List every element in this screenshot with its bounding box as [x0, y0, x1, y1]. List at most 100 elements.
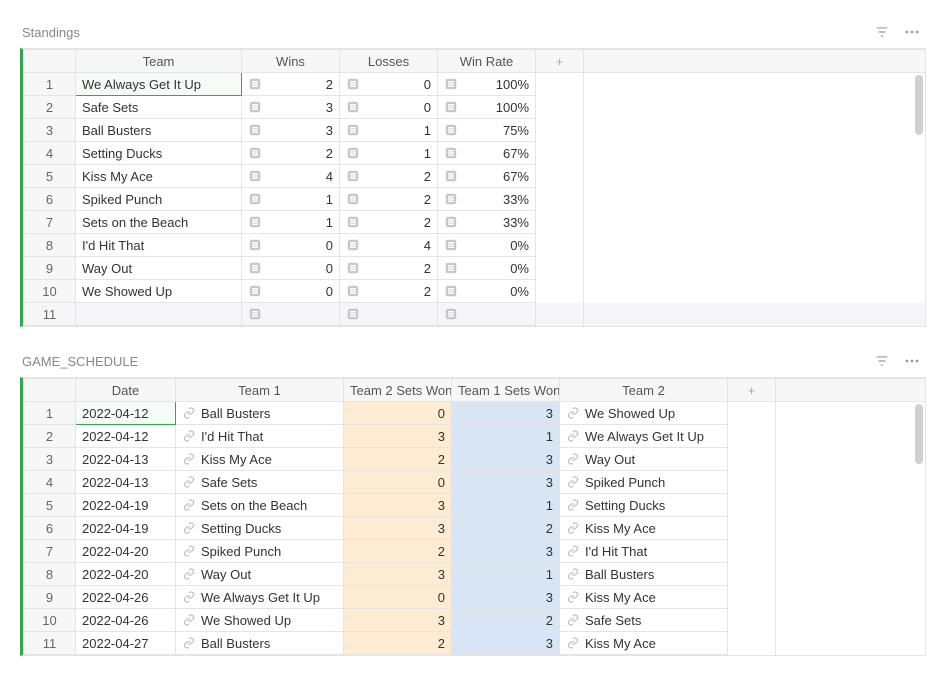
cell-wins[interactable]	[242, 303, 340, 326]
table-row[interactable]: 112022-04-27Ball Busters23Kiss My Ace	[24, 632, 926, 655]
cell-sets2[interactable]: 3	[344, 425, 452, 448]
cell-sets1[interactable]: 1	[452, 494, 560, 517]
cell-team2[interactable]: Kiss My Ace	[560, 632, 728, 655]
cell-wins[interactable]: 0	[242, 234, 340, 257]
cell-team1[interactable]: We Always Get It Up	[176, 586, 344, 609]
cell-losses[interactable]: 2	[340, 188, 438, 211]
cell-losses[interactable]: 2	[340, 257, 438, 280]
cell-team2[interactable]: Safe Sets	[560, 609, 728, 632]
cell-sets1[interactable]: 1	[452, 563, 560, 586]
cell-date[interactable]: 2022-04-27	[76, 632, 176, 655]
cell-winrate[interactable]: 75%	[438, 119, 536, 142]
row-number[interactable]: 11	[24, 303, 76, 326]
cell-sets1[interactable]: 3	[452, 586, 560, 609]
cell-sets2[interactable]: 3	[344, 494, 452, 517]
cell-date[interactable]: 2022-04-26	[76, 609, 176, 632]
cell-team1[interactable]: Safe Sets	[176, 471, 344, 494]
cell-team2[interactable]: Kiss My Ace	[560, 586, 728, 609]
cell-team1[interactable]: Ball Busters	[176, 632, 344, 655]
table-row[interactable]: 2Safe Sets30100%	[24, 96, 926, 119]
cell-winrate[interactable]: 0%	[438, 234, 536, 257]
cell-team[interactable]: Spiked Punch	[76, 188, 242, 211]
table-row[interactable]: 9Way Out020%	[24, 257, 926, 280]
cell-team2[interactable]: Spiked Punch	[560, 471, 728, 494]
row-number[interactable]: 5	[24, 165, 76, 188]
cell-team[interactable]: Way Out	[76, 257, 242, 280]
vertical-scrollbar[interactable]	[915, 404, 923, 653]
cell-team2[interactable]: Way Out	[560, 448, 728, 471]
cell-team1[interactable]: Setting Ducks	[176, 517, 344, 540]
row-number[interactable]: 8	[24, 234, 76, 257]
cell-date[interactable]: 2022-04-13	[76, 471, 176, 494]
cell-team2[interactable]: We Always Get It Up	[560, 425, 728, 448]
table-row[interactable]: 1We Always Get It Up20100%	[24, 73, 926, 96]
vertical-scrollbar[interactable]	[915, 75, 923, 324]
cell-sets1[interactable]: 1	[452, 425, 560, 448]
row-number[interactable]: 6	[24, 188, 76, 211]
row-number[interactable]: 10	[24, 609, 76, 632]
cell-wins[interactable]: 2	[242, 73, 340, 96]
cell-wins[interactable]: 0	[242, 257, 340, 280]
row-number[interactable]: 9	[24, 257, 76, 280]
cell-team[interactable]: We Showed Up	[76, 280, 242, 303]
cell-losses[interactable]	[340, 303, 438, 326]
cell-sets2[interactable]: 2	[344, 632, 452, 655]
cell-team[interactable]: Sets on the Beach	[76, 211, 242, 234]
table-row[interactable]: 22022-04-12I'd Hit That31We Always Get I…	[24, 425, 926, 448]
col-team[interactable]: Team	[76, 50, 242, 73]
cell-team[interactable]: Ball Busters	[76, 119, 242, 142]
more-icon[interactable]	[904, 353, 920, 369]
cell-wins[interactable]: 3	[242, 96, 340, 119]
cell-team1[interactable]: Sets on the Beach	[176, 494, 344, 517]
table-row[interactable]: 72022-04-20Spiked Punch23I'd Hit That	[24, 540, 926, 563]
row-number[interactable]: 2	[24, 96, 76, 119]
cell-losses[interactable]: 1	[340, 119, 438, 142]
cell-team1[interactable]: Way Out	[176, 563, 344, 586]
cell-date[interactable]: 2022-04-13	[76, 448, 176, 471]
cell-sets2[interactable]: 0	[344, 402, 452, 425]
row-number[interactable]: 9	[24, 586, 76, 609]
filter-icon[interactable]	[874, 353, 890, 369]
table-row[interactable]: 4Setting Ducks2167%	[24, 142, 926, 165]
table-row[interactable]: 6Spiked Punch1233%	[24, 188, 926, 211]
cell-winrate[interactable]: 33%	[438, 211, 536, 234]
table-row[interactable]: 42022-04-13Safe Sets03Spiked Punch	[24, 471, 926, 494]
row-number[interactable]: 1	[24, 402, 76, 425]
cell-team1[interactable]: We Showed Up	[176, 609, 344, 632]
row-number[interactable]: 3	[24, 448, 76, 471]
cell-date[interactable]: 2022-04-12	[76, 425, 176, 448]
more-icon[interactable]	[904, 24, 920, 40]
cell-team2[interactable]: I'd Hit That	[560, 540, 728, 563]
cell-sets1[interactable]: 2	[452, 609, 560, 632]
row-number[interactable]: 7	[24, 540, 76, 563]
col-winrate[interactable]: Win Rate	[438, 50, 536, 73]
cell-team1[interactable]: Spiked Punch	[176, 540, 344, 563]
col-sets1[interactable]: Team 1 Sets Won	[452, 379, 560, 402]
cell-team1[interactable]: I'd Hit That	[176, 425, 344, 448]
cell-team1[interactable]: Ball Busters	[176, 402, 344, 425]
table-row[interactable]: 7Sets on the Beach1233%	[24, 211, 926, 234]
cell-sets1[interactable]: 3	[452, 540, 560, 563]
cell-wins[interactable]: 1	[242, 211, 340, 234]
cell-sets1[interactable]: 3	[452, 632, 560, 655]
col-date[interactable]: Date	[76, 379, 176, 402]
cell-date[interactable]: 2022-04-20	[76, 563, 176, 586]
table-row[interactable]: 8I'd Hit That040%	[24, 234, 926, 257]
row-number[interactable]: 6	[24, 517, 76, 540]
cell-winrate[interactable]: 100%	[438, 96, 536, 119]
cell-team2[interactable]: Kiss My Ace	[560, 517, 728, 540]
row-number[interactable]: 3	[24, 119, 76, 142]
cell-losses[interactable]: 2	[340, 280, 438, 303]
row-number[interactable]: 2	[24, 425, 76, 448]
table-row[interactable]: 62022-04-19Setting Ducks32Kiss My Ace	[24, 517, 926, 540]
table-row[interactable]: 10We Showed Up020%	[24, 280, 926, 303]
cell-date[interactable]: 2022-04-19	[76, 494, 176, 517]
cell-winrate[interactable]: 0%	[438, 257, 536, 280]
cell-winrate[interactable]	[438, 303, 536, 326]
cell-winrate[interactable]: 0%	[438, 280, 536, 303]
row-number[interactable]: 5	[24, 494, 76, 517]
cell-losses[interactable]: 0	[340, 96, 438, 119]
cell-sets2[interactable]: 2	[344, 448, 452, 471]
cell-wins[interactable]: 4	[242, 165, 340, 188]
cell-date[interactable]: 2022-04-20	[76, 540, 176, 563]
